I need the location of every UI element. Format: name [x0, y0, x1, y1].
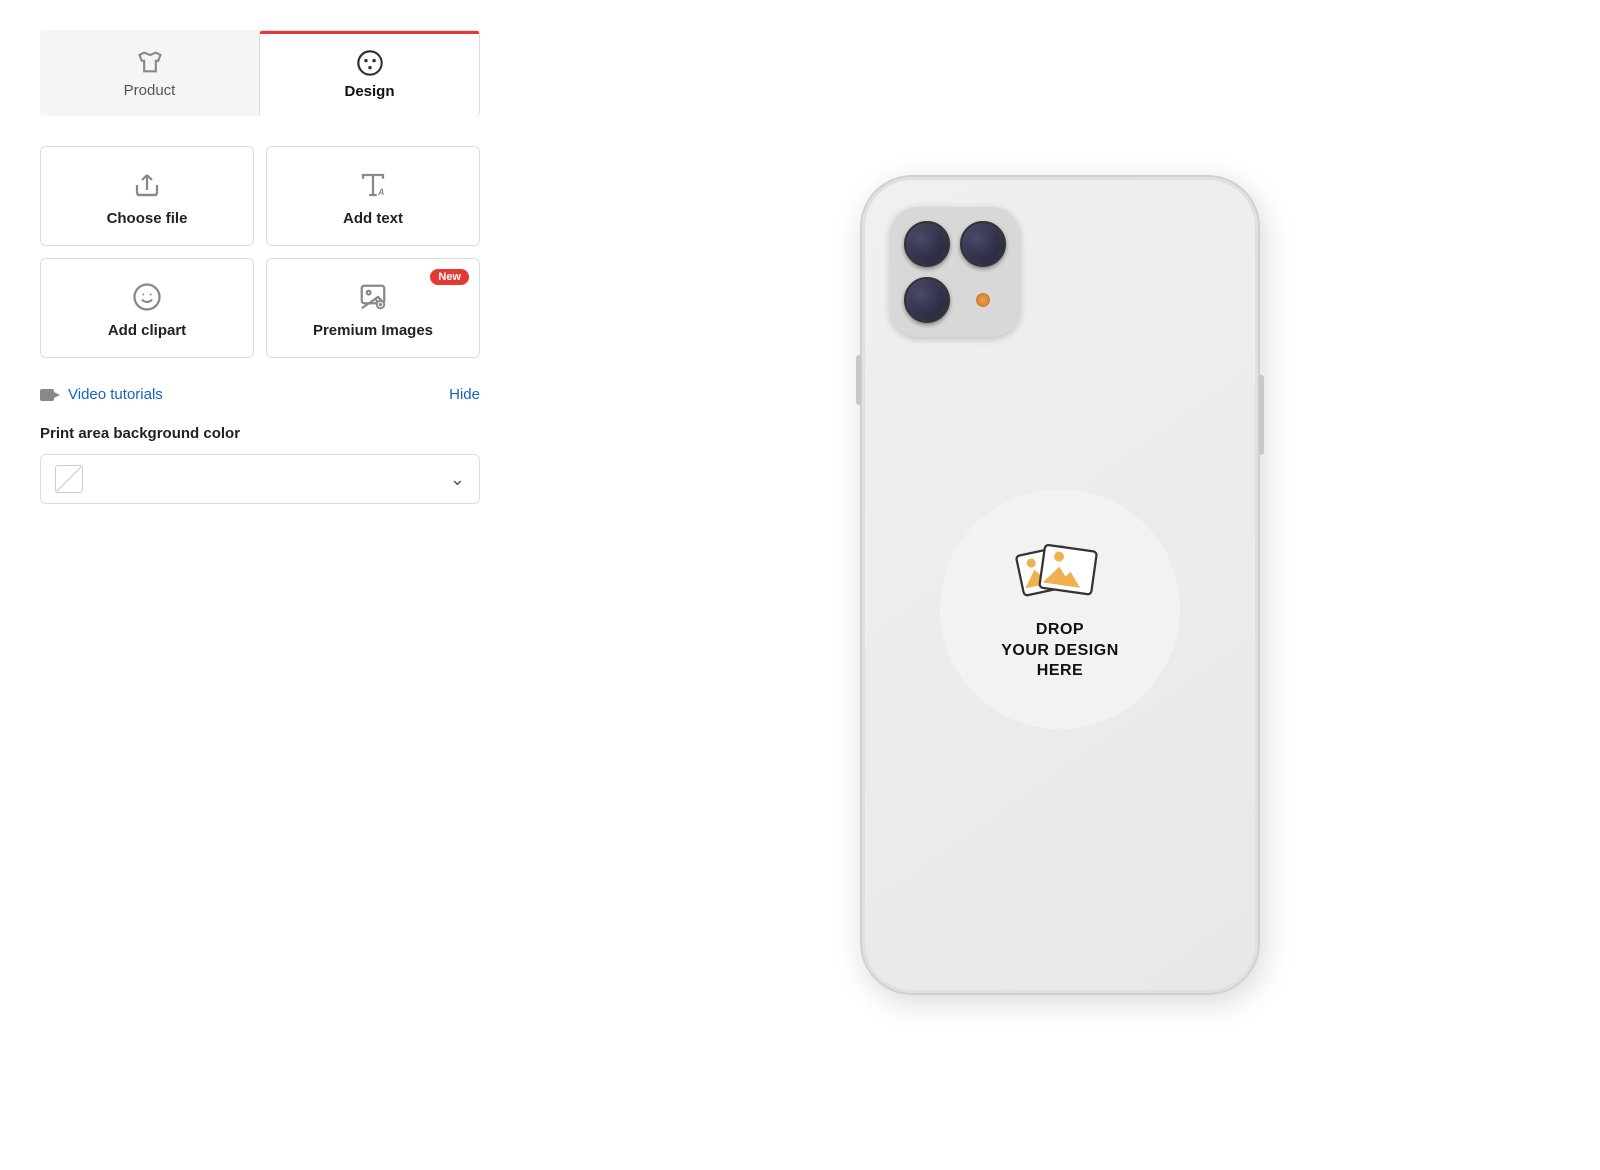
new-badge: New — [430, 269, 469, 285]
svg-text:A: A — [377, 187, 384, 197]
print-area-label: Print area background color — [40, 425, 480, 442]
camera-lens-2 — [960, 221, 1006, 267]
side-button-right — [1259, 375, 1264, 455]
side-button-left — [856, 355, 861, 405]
upload-icon — [132, 170, 162, 200]
tshirt-icon — [136, 48, 164, 76]
print-area-section: Print area background color ⌄ — [40, 425, 480, 504]
video-tutorials-label: Video tutorials — [68, 386, 163, 403]
tab-design-label: Design — [344, 83, 394, 100]
video-icon — [40, 387, 60, 403]
tab-design[interactable]: Design — [259, 30, 480, 116]
video-tutorials-link[interactable]: Video tutorials — [40, 386, 163, 403]
hide-link[interactable]: Hide — [449, 386, 480, 403]
text-icon: A — [358, 170, 388, 200]
color-swatch — [55, 465, 83, 493]
smiley-icon — [132, 282, 162, 312]
add-clipart-button[interactable]: Add clipart — [40, 258, 254, 358]
drop-zone[interactable]: DROP YOUR DESIGN HERE — [940, 489, 1180, 729]
tab-bar: Product Design — [40, 30, 480, 116]
action-grid: Choose file A Add text Add clipart — [40, 146, 480, 358]
flash-dot — [976, 293, 990, 307]
tab-product-label: Product — [124, 82, 176, 99]
palette-icon — [356, 49, 384, 77]
tab-product[interactable]: Product — [40, 30, 259, 116]
premium-images-button[interactable]: New Premium Images — [266, 258, 480, 358]
camera-bump — [890, 207, 1020, 337]
drop-zone-text: DROP YOUR DESIGN HERE — [1001, 620, 1119, 682]
video-tutorials-row: Video tutorials Hide — [40, 386, 480, 403]
camera-lens-3 — [904, 277, 950, 323]
camera-lens-1 — [904, 221, 950, 267]
add-text-button[interactable]: A Add text — [266, 146, 480, 246]
add-clipart-label: Add clipart — [108, 322, 186, 339]
product-preview: DROP YOUR DESIGN HERE — [520, 0, 1600, 1170]
color-select-dropdown[interactable]: ⌄ — [40, 454, 480, 504]
drop-design-icon — [1015, 536, 1105, 606]
gallery-icon — [358, 282, 388, 312]
add-text-label: Add text — [343, 210, 403, 227]
choose-file-button[interactable]: Choose file — [40, 146, 254, 246]
left-panel: Product Design Choose file — [0, 0, 520, 1170]
chevron-down-icon: ⌄ — [450, 469, 465, 490]
premium-images-label: Premium Images — [313, 322, 433, 339]
choose-file-label: Choose file — [107, 210, 188, 227]
phone-mockup: DROP YOUR DESIGN HERE — [860, 175, 1260, 995]
